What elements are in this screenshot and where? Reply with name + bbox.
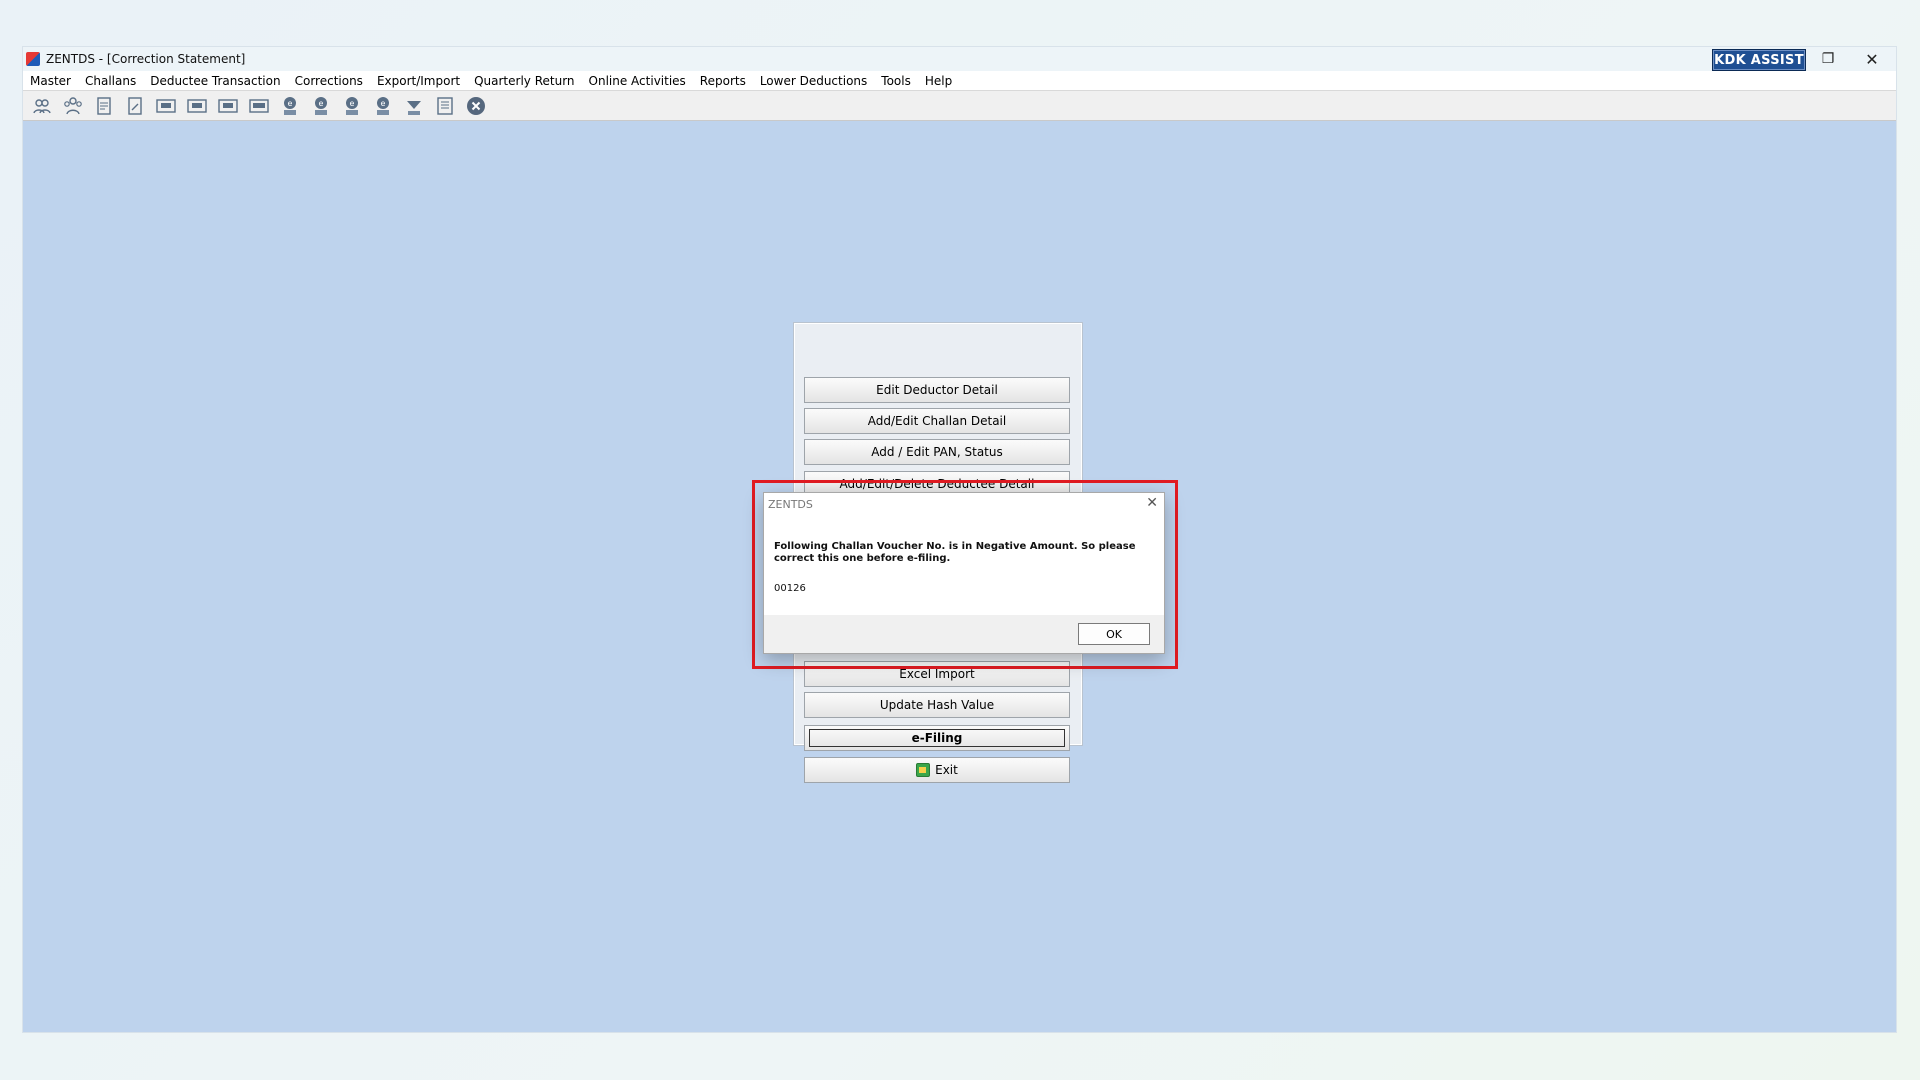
update-hash-value-button[interactable]: Update Hash Value	[804, 692, 1070, 718]
notepad-icon[interactable]	[432, 93, 458, 119]
form-edit-icon[interactable]	[122, 93, 148, 119]
users-icon[interactable]	[29, 93, 55, 119]
menu-master[interactable]: Master	[23, 74, 78, 88]
dialog-title: ZENTDS	[768, 497, 813, 511]
dialog-title-bar[interactable]: ZENTDS	[764, 493, 1164, 515]
menu-lower-deductions[interactable]: Lower Deductions	[753, 74, 874, 88]
add-edit-pan-status-label: Add / Edit PAN, Status	[871, 445, 1003, 459]
close-circle-icon[interactable]	[463, 93, 489, 119]
svg-text:e: e	[350, 99, 355, 108]
menu-corrections[interactable]: Corrections	[288, 74, 370, 88]
edit-deductor-detail-button[interactable]: Edit Deductor Detail	[804, 377, 1070, 403]
menu-challans[interactable]: Challans	[78, 74, 143, 88]
toolbar: e e e e	[23, 91, 1896, 121]
tds-icon[interactable]	[401, 93, 427, 119]
window-title: ZENTDS - [Correction Statement]	[46, 52, 246, 66]
svg-text:e: e	[319, 99, 324, 108]
challan-voucher-number: 00126	[774, 583, 806, 594]
add-edit-pan-status-button[interactable]: Add / Edit PAN, Status	[804, 439, 1070, 465]
svg-text:e: e	[381, 99, 386, 108]
e-filing-button[interactable]: e-Filing	[804, 725, 1070, 751]
warning-dialog: ZENTDS ✕ Following Challan Voucher No. i…	[763, 492, 1165, 654]
exit-icon	[916, 763, 931, 777]
menu-quarterly-return[interactable]: Quarterly Return	[467, 74, 581, 88]
dialog-close-icon[interactable]: ✕	[1146, 495, 1158, 511]
e-27q-icon[interactable]: e	[339, 93, 365, 119]
kdk-assist-button[interactable]: KDK ASSIST	[1712, 49, 1806, 71]
menu-reports[interactable]: Reports	[693, 74, 753, 88]
form-24q-icon[interactable]	[153, 93, 179, 119]
dialog-footer: OK	[764, 615, 1164, 653]
edit-deductor-detail-label: Edit Deductor Detail	[876, 383, 998, 397]
form-27eq-icon[interactable]	[246, 93, 272, 119]
e-24q-icon[interactable]: e	[277, 93, 303, 119]
e-27eq-icon[interactable]: e	[370, 93, 396, 119]
menu-deductee-transaction[interactable]: Deductee Transaction	[143, 74, 287, 88]
menu-bar: Master Challans Deductee Transaction Cor…	[23, 71, 1896, 91]
form-27q-icon[interactable]	[215, 93, 241, 119]
add-edit-challan-detail-label: Add/Edit Challan Detail	[867, 414, 1007, 428]
close-window-button[interactable]: ✕	[1850, 47, 1894, 71]
app-logo-icon	[26, 52, 40, 66]
dialog-message: Following Challan Voucher No. is in Nega…	[774, 541, 1136, 564]
svg-text:e: e	[288, 99, 293, 108]
update-hash-value-label: Update Hash Value	[879, 698, 995, 712]
menu-tools[interactable]: Tools	[874, 74, 918, 88]
form-26q-icon[interactable]	[184, 93, 210, 119]
users-group-icon[interactable]	[60, 93, 86, 119]
e-26q-icon[interactable]: e	[308, 93, 334, 119]
form-icon[interactable]	[91, 93, 117, 119]
exit-button[interactable]: Exit	[804, 757, 1070, 783]
ok-button[interactable]: OK	[1078, 623, 1150, 645]
exit-label: Exit	[935, 763, 958, 777]
e-filing-label: e-Filing	[911, 731, 963, 745]
menu-export-import[interactable]: Export/Import	[370, 74, 467, 88]
title-bar[interactable]: ZENTDS - [Correction Statement] – ❐ ✕	[23, 47, 1896, 71]
menu-help[interactable]: Help	[918, 74, 959, 88]
menu-online-activities[interactable]: Online Activities	[582, 74, 693, 88]
restore-button[interactable]: ❐	[1806, 47, 1850, 71]
add-edit-challan-detail-button[interactable]: Add/Edit Challan Detail	[804, 408, 1070, 434]
excel-import-label: Excel Import	[899, 667, 975, 681]
